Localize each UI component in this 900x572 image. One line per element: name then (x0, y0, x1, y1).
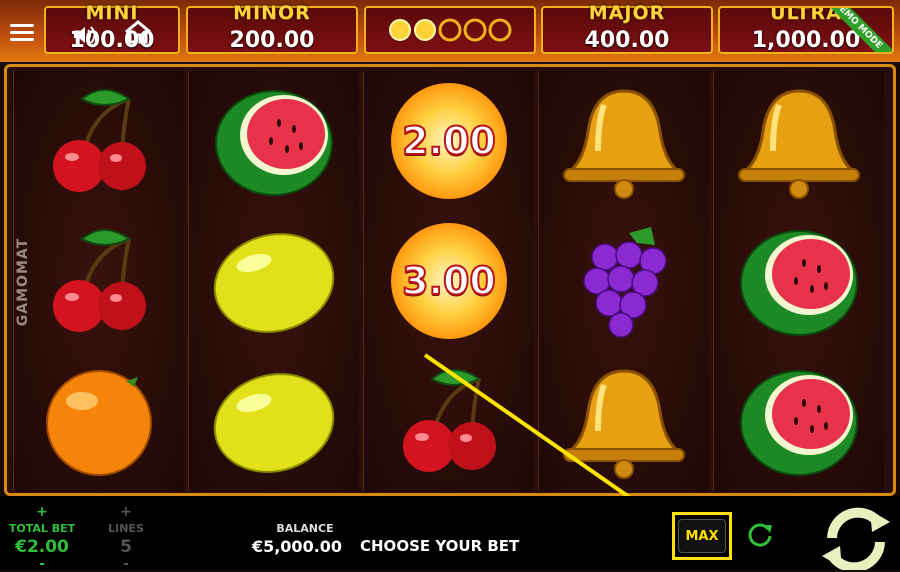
coin-value: 3.00 (401, 258, 497, 304)
symbol-bell (539, 71, 709, 211)
autoplay-icon[interactable] (744, 518, 776, 550)
jackpot-ultra: ULTRA 1,000.00 DEMO MODE (718, 6, 894, 54)
jackpot-minor: MINOR 200.00 (186, 2, 358, 54)
bet-increase-button[interactable]: + (22, 504, 62, 520)
balance-label: BALANCE (276, 522, 334, 535)
symbol-bell (539, 351, 709, 491)
symbol-watermelon (714, 351, 884, 491)
jackpot-mini-label: MINI (85, 2, 139, 24)
symbol-lemon (189, 351, 359, 491)
jackpot-mini-value: 100.00 (69, 28, 155, 53)
symbol-cherry (14, 211, 184, 351)
jackpot-minor-label: MINOR (233, 2, 311, 24)
coin-bonus: 2.00 (391, 83, 507, 199)
symbol-watermelon (189, 71, 359, 211)
progress-dot-filled (389, 19, 411, 41)
top-bar: MINI 100.00 MINOR 200.00 MAJOR 400.00 UL… (0, 0, 900, 62)
progress-dot-empty (488, 18, 512, 42)
bottom-bar: + TOTAL BET €2.00 - + LINES 5 - BALANCE … (0, 496, 900, 572)
jackpot-major: MAJOR 400.00 (541, 2, 713, 54)
lines-increase-button[interactable]: + (106, 504, 146, 520)
symbol-grapes (539, 211, 709, 351)
lines-label: LINES (108, 522, 144, 535)
reels-area: 2.00 3.00 (4, 64, 896, 496)
reel-1 (13, 71, 184, 491)
symbol-lemon (189, 211, 359, 351)
reel-4 (538, 71, 709, 491)
home-icon[interactable] (122, 18, 154, 46)
status-message: CHOOSE YOUR BET (360, 537, 520, 555)
jackpot-mini: MINI 100.00 (44, 2, 180, 54)
reel-3: 2.00 3.00 (363, 71, 534, 491)
coin-value: 2.00 (401, 118, 497, 164)
menu-icon[interactable] (8, 20, 36, 44)
balance-value: €5,000.00 (251, 537, 343, 556)
symbol-bell (714, 71, 884, 211)
lines-value: 5 (120, 537, 132, 557)
symbol-cherry (364, 351, 534, 491)
total-bet-value: €2.00 (15, 537, 69, 557)
jackpot-major-label: MAJOR (588, 2, 666, 24)
jackpot-minor-value: 200.00 (229, 28, 315, 53)
jackpot-progress-dots (389, 18, 512, 42)
jackpot-ultra-label: ULTRA (770, 6, 842, 24)
progress-dot-empty (438, 18, 462, 42)
reel-2 (188, 71, 359, 491)
reel-5 (713, 71, 884, 491)
brand-logo: GAMOMAT (15, 237, 31, 327)
coin-bonus: 3.00 (391, 223, 507, 339)
symbol-coin: 3.00 (364, 211, 534, 351)
symbol-coin: 2.00 (364, 71, 534, 211)
jackpot-progress (364, 6, 536, 54)
symbol-watermelon (714, 211, 884, 351)
max-bet-button[interactable]: MAX (678, 519, 726, 553)
progress-dot-empty (463, 18, 487, 42)
symbol-cherry (14, 71, 184, 211)
sound-icon[interactable] (72, 22, 98, 48)
max-bet-highlight[interactable]: MAX (672, 512, 732, 560)
symbol-orange (14, 351, 184, 491)
progress-dot-filled (414, 19, 436, 41)
total-bet-label: TOTAL BET (8, 522, 76, 535)
spin-icon[interactable] (812, 498, 900, 570)
jackpot-major-value: 400.00 (584, 28, 670, 53)
